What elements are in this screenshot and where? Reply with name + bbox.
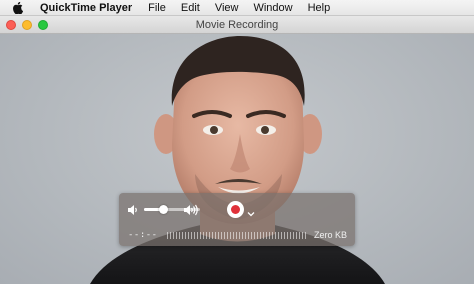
window-title: Movie Recording xyxy=(195,18,279,31)
record-button[interactable] xyxy=(227,201,244,218)
speaker-low-icon xyxy=(127,203,139,215)
menu-edit[interactable]: Edit xyxy=(181,0,200,16)
menu-help[interactable]: Help xyxy=(308,0,331,16)
camera-subject-image xyxy=(90,36,385,284)
minimize-button[interactable] xyxy=(22,20,32,30)
window-controls xyxy=(6,20,48,30)
volume-slider-knob[interactable] xyxy=(159,205,169,214)
menu-window[interactable]: Window xyxy=(253,0,292,16)
close-button[interactable] xyxy=(6,20,16,30)
menu-app-name[interactable]: QuickTime Player xyxy=(40,0,132,16)
menu-view[interactable]: View xyxy=(215,0,239,16)
audio-level-meter xyxy=(167,232,307,239)
camera-preview xyxy=(0,34,474,284)
apple-logo-icon[interactable] xyxy=(12,0,26,16)
window-titlebar[interactable]: Movie Recording xyxy=(0,16,474,34)
speaker-high-icon xyxy=(183,203,199,216)
file-size: Zero KB xyxy=(313,230,347,240)
menu-file[interactable]: File xyxy=(148,0,166,16)
menu-bar: QuickTime Player File Edit View Window H… xyxy=(0,0,474,16)
record-icon xyxy=(231,205,240,214)
zoom-button[interactable] xyxy=(38,20,48,30)
chevron-down-icon[interactable] xyxy=(247,205,255,217)
recording-controller[interactable]: --:-- Zero KB xyxy=(119,193,355,246)
elapsed-time: --:-- xyxy=(128,230,158,240)
